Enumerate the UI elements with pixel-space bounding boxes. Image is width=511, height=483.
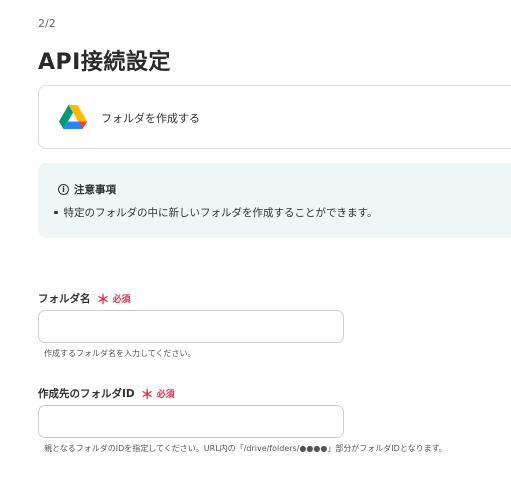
notice-item-text: 特定のフォルダの中に新しいフォルダを作成することができます。 xyxy=(63,207,378,219)
folder-name-label: フォルダ名 ＊ 必須 xyxy=(38,289,131,308)
notice-item: 特定のフォルダの中に新しいフォルダを作成することができます。 xyxy=(54,205,377,220)
google-drive-icon xyxy=(59,105,87,129)
required-text: 必須 xyxy=(156,390,175,400)
notice-box: i 注意事項 特定のフォルダの中に新しいフォルダを作成することができます。 xyxy=(38,163,511,238)
notice-header: i 注意事項 xyxy=(58,182,116,197)
folder-name-label-text: フォルダ名 xyxy=(38,293,91,305)
required-text: 必須 xyxy=(112,295,131,305)
bullet-icon xyxy=(54,210,58,215)
step-indicator: 2/2 xyxy=(38,17,56,30)
parent-folder-id-label-text: 作成先のフォルダID xyxy=(38,388,135,400)
parent-folder-id-label: 作成先のフォルダID ＊ 必須 xyxy=(38,384,175,403)
required-mark: ＊ xyxy=(96,293,110,308)
notice-title: 注意事項 xyxy=(74,184,116,196)
page-title: API接続設定 xyxy=(38,50,171,75)
action-card[interactable]: フォルダを作成する xyxy=(38,85,511,149)
api-connection-settings-page: 2/2 API接続設定 フォルダを作成する i 注意事項 特定のフォルダの中に新… xyxy=(0,0,511,483)
action-label: フォルダを作成する xyxy=(101,112,200,125)
parent-folder-id-input[interactable] xyxy=(38,405,344,438)
required-mark: ＊ xyxy=(140,388,154,403)
parent-folder-id-hint: 親となるフォルダのIDを指定してください。URL内の「/drive/folder… xyxy=(44,444,447,453)
folder-name-input[interactable] xyxy=(38,310,344,343)
info-icon: i xyxy=(58,184,69,195)
folder-name-hint: 作成するフォルダ名を入力してください。 xyxy=(44,349,196,358)
